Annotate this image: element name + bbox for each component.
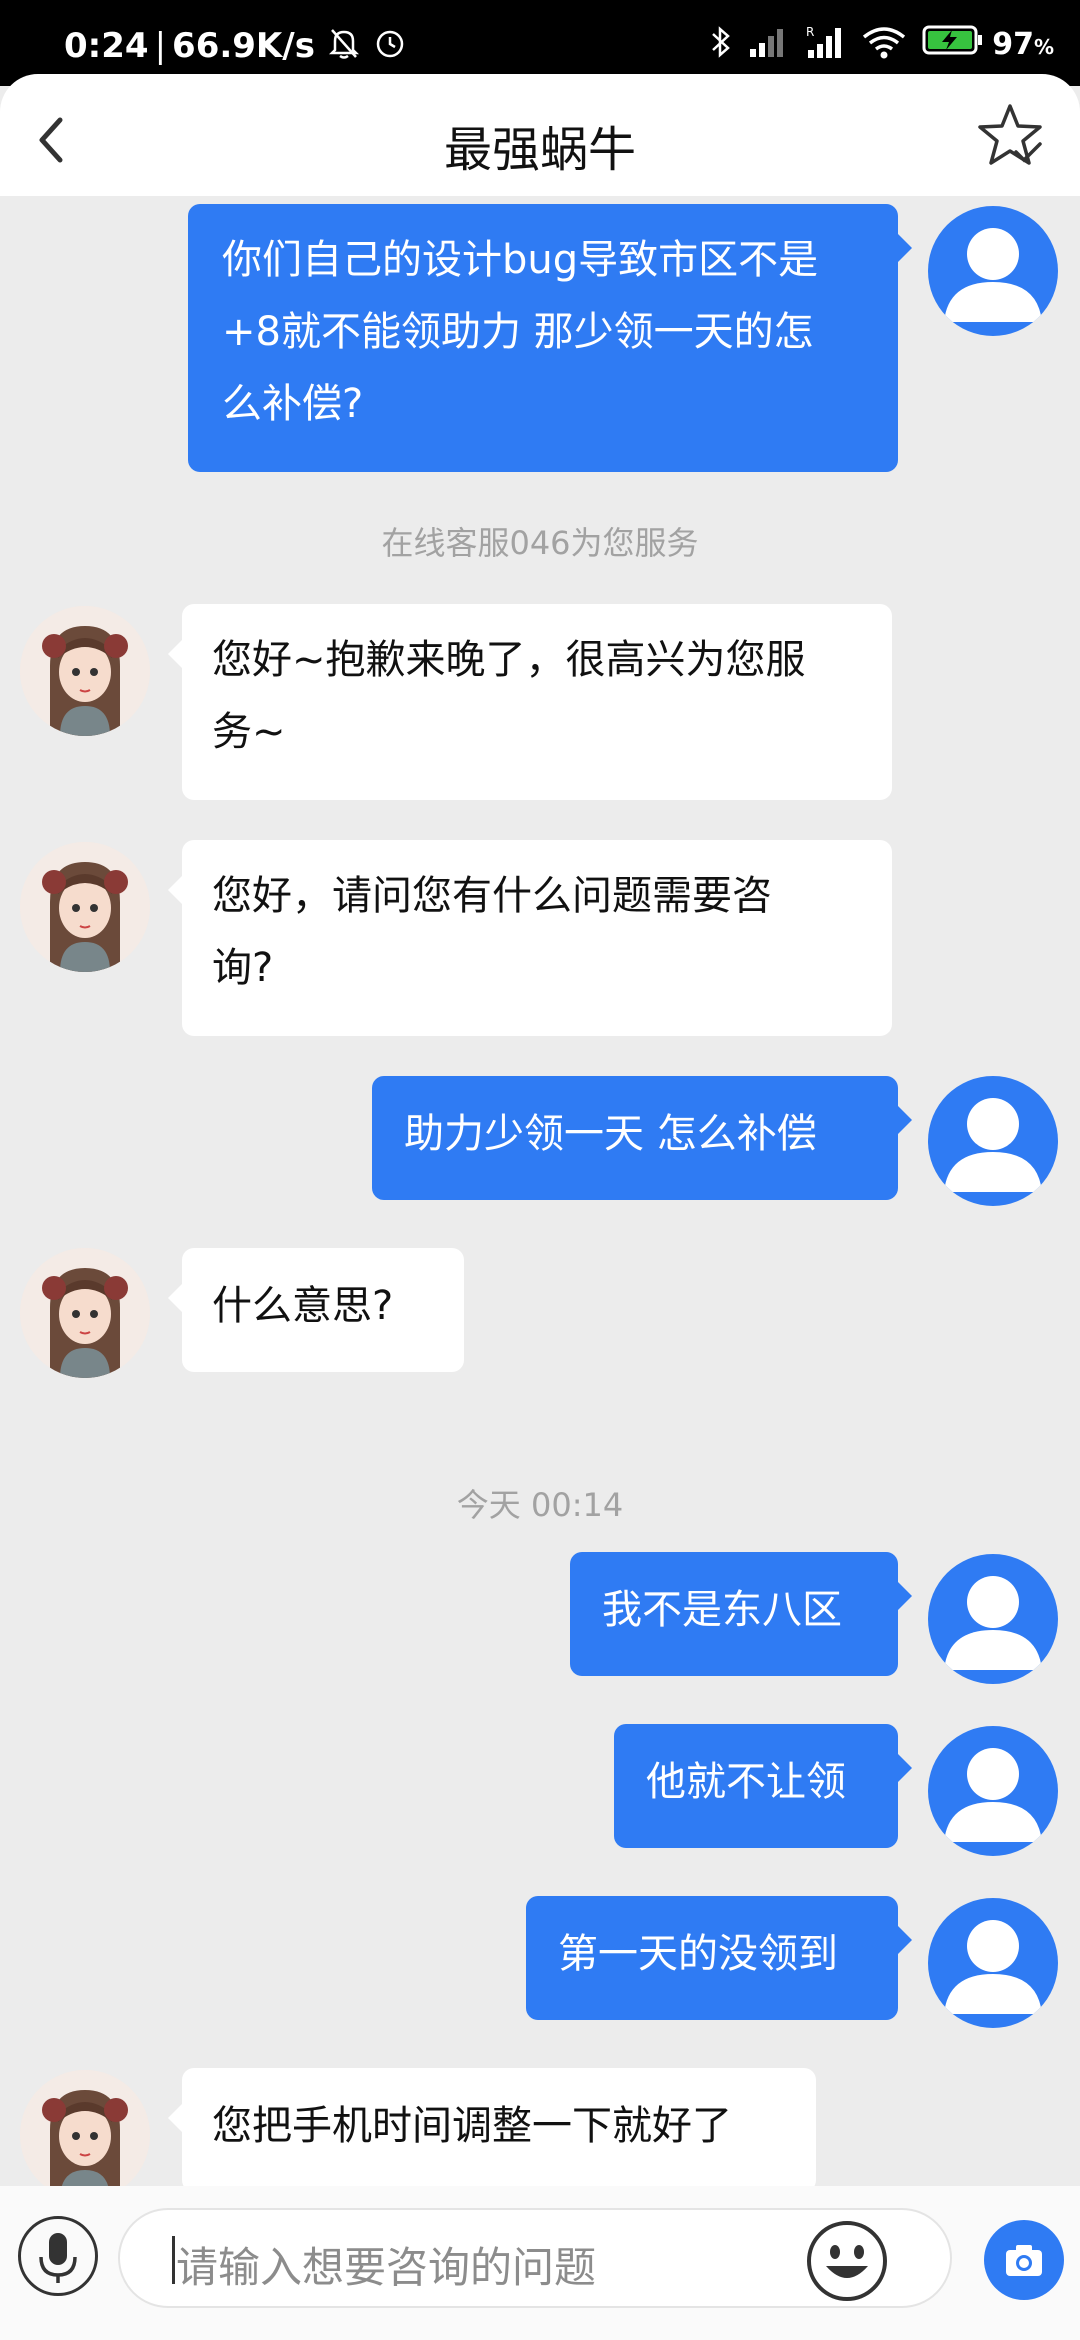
message-text-line: 我不是东八区 xyxy=(602,1587,842,1633)
user-silhouette-icon xyxy=(944,1098,1042,1192)
user-avatar[interactable] xyxy=(928,1076,1058,1206)
network-speed: 66.9K/s xyxy=(172,26,315,66)
agent-portrait-icon xyxy=(20,842,150,972)
signal-roaming-icon: R xyxy=(804,24,846,64)
message-text-line: 他就不让领 xyxy=(646,1759,846,1805)
microphone-icon xyxy=(39,2233,77,2283)
message-text-line: 询? xyxy=(212,945,274,991)
mute-bell-icon xyxy=(327,26,361,69)
outgoing-message-bubble[interactable]: 第一天的没领到 xyxy=(526,1896,912,2020)
agent-avatar[interactable] xyxy=(20,1248,150,1378)
incoming-message-bubble[interactable]: 什么意思? xyxy=(168,1248,464,1372)
agent-avatar[interactable] xyxy=(20,606,150,736)
outgoing-message-bubble[interactable]: 他就不让领 xyxy=(614,1724,912,1848)
camera-icon xyxy=(1006,2245,1042,2276)
agent-portrait-icon xyxy=(20,606,150,736)
battery-charging-icon xyxy=(922,24,984,64)
incoming-message-bubble[interactable]: 您好~抱歉来晚了，很高兴为您服 务~ xyxy=(168,604,892,800)
message-text-line: 您好~抱歉来晚了，很高兴为您服 xyxy=(212,637,806,683)
star-check-icon xyxy=(978,104,1042,165)
battery-percent: 97 xyxy=(992,26,1034,62)
user-avatar[interactable] xyxy=(928,1726,1058,1856)
incoming-message-bubble[interactable]: 您把手机时间调整一下就好了 xyxy=(168,2068,816,2186)
message-text-line: 第一天的没领到 xyxy=(558,1931,838,1977)
message-text-line: 务~ xyxy=(212,709,286,755)
user-silhouette-icon xyxy=(944,1748,1042,1842)
message-text-line: 什么意思? xyxy=(212,1283,394,1329)
message-text-line: 您把手机时间调整一下就好了 xyxy=(212,2103,732,2149)
incoming-message-bubble[interactable]: 您好，请问您有什么问题需要咨 询? xyxy=(168,840,892,1036)
svg-text:R: R xyxy=(806,25,814,39)
bluetooth-icon xyxy=(710,24,732,64)
signal-icon xyxy=(748,25,788,63)
user-silhouette-icon xyxy=(944,228,1042,322)
agent-portrait-icon xyxy=(20,2070,150,2186)
status-right: R 97% xyxy=(710,22,1054,66)
user-silhouette-icon xyxy=(944,1920,1042,2014)
user-silhouette-icon xyxy=(944,1576,1042,1670)
battery-indicator: 97% xyxy=(922,24,1054,64)
camera-button[interactable] xyxy=(984,2220,1064,2300)
favorite-button[interactable] xyxy=(976,102,1044,170)
chat-header: 最强蜗牛 xyxy=(0,74,1080,196)
message-text-line: +8就不能领助力 那少领一天的怎 xyxy=(222,309,814,355)
battery-unit: % xyxy=(1033,34,1054,59)
agent-avatar[interactable] xyxy=(20,2070,150,2186)
input-bar: 请输入想要咨询的问题 xyxy=(0,2186,1080,2340)
emoji-button[interactable] xyxy=(804,2218,890,2304)
wifi-icon xyxy=(862,25,906,63)
outgoing-message-bubble[interactable]: 助力少领一天 怎么补偿 xyxy=(372,1076,912,1200)
smiley-icon xyxy=(807,2221,887,2301)
message-list[interactable]: 你们自己的设计bug导致市区不是 +8就不能领助力 那少领一天的怎 么补偿? 在… xyxy=(0,196,1080,2186)
user-avatar[interactable] xyxy=(928,1898,1058,2028)
user-avatar[interactable] xyxy=(928,1554,1058,1684)
page-title: 最强蜗牛 xyxy=(443,122,636,178)
status-time: 0:24 xyxy=(64,26,149,66)
alarm-icon xyxy=(373,26,407,69)
outgoing-message-bubble[interactable]: 你们自己的设计bug导致市区不是 +8就不能领助力 那少领一天的怎 么补偿? xyxy=(188,204,912,472)
message-text-line: 您好，请问您有什么问题需要咨 xyxy=(212,873,772,919)
timestamp-divider: 今天 00:14 xyxy=(456,1486,624,1524)
user-avatar[interactable] xyxy=(928,206,1058,336)
message-input-placeholder: 请输入想要咨询的问题 xyxy=(176,2243,597,2292)
message-text-line: 助力少领一天 怎么补偿 xyxy=(404,1111,817,1157)
status-left: 0:24 | 66.9K/s xyxy=(64,26,407,69)
voice-input-button[interactable] xyxy=(18,2216,98,2296)
message-text-line: 么补偿? xyxy=(222,381,364,427)
message-input[interactable]: 请输入想要咨询的问题 xyxy=(118,2208,952,2308)
agent-portrait-icon xyxy=(20,1248,150,1378)
agent-avatar[interactable] xyxy=(20,842,150,972)
text-cursor xyxy=(172,2236,175,2284)
outgoing-message-bubble[interactable]: 我不是东八区 xyxy=(570,1552,912,1676)
message-text-line: 你们自己的设计bug导致市区不是 xyxy=(222,237,819,283)
system-notice: 在线客服046为您服务 xyxy=(381,524,699,562)
